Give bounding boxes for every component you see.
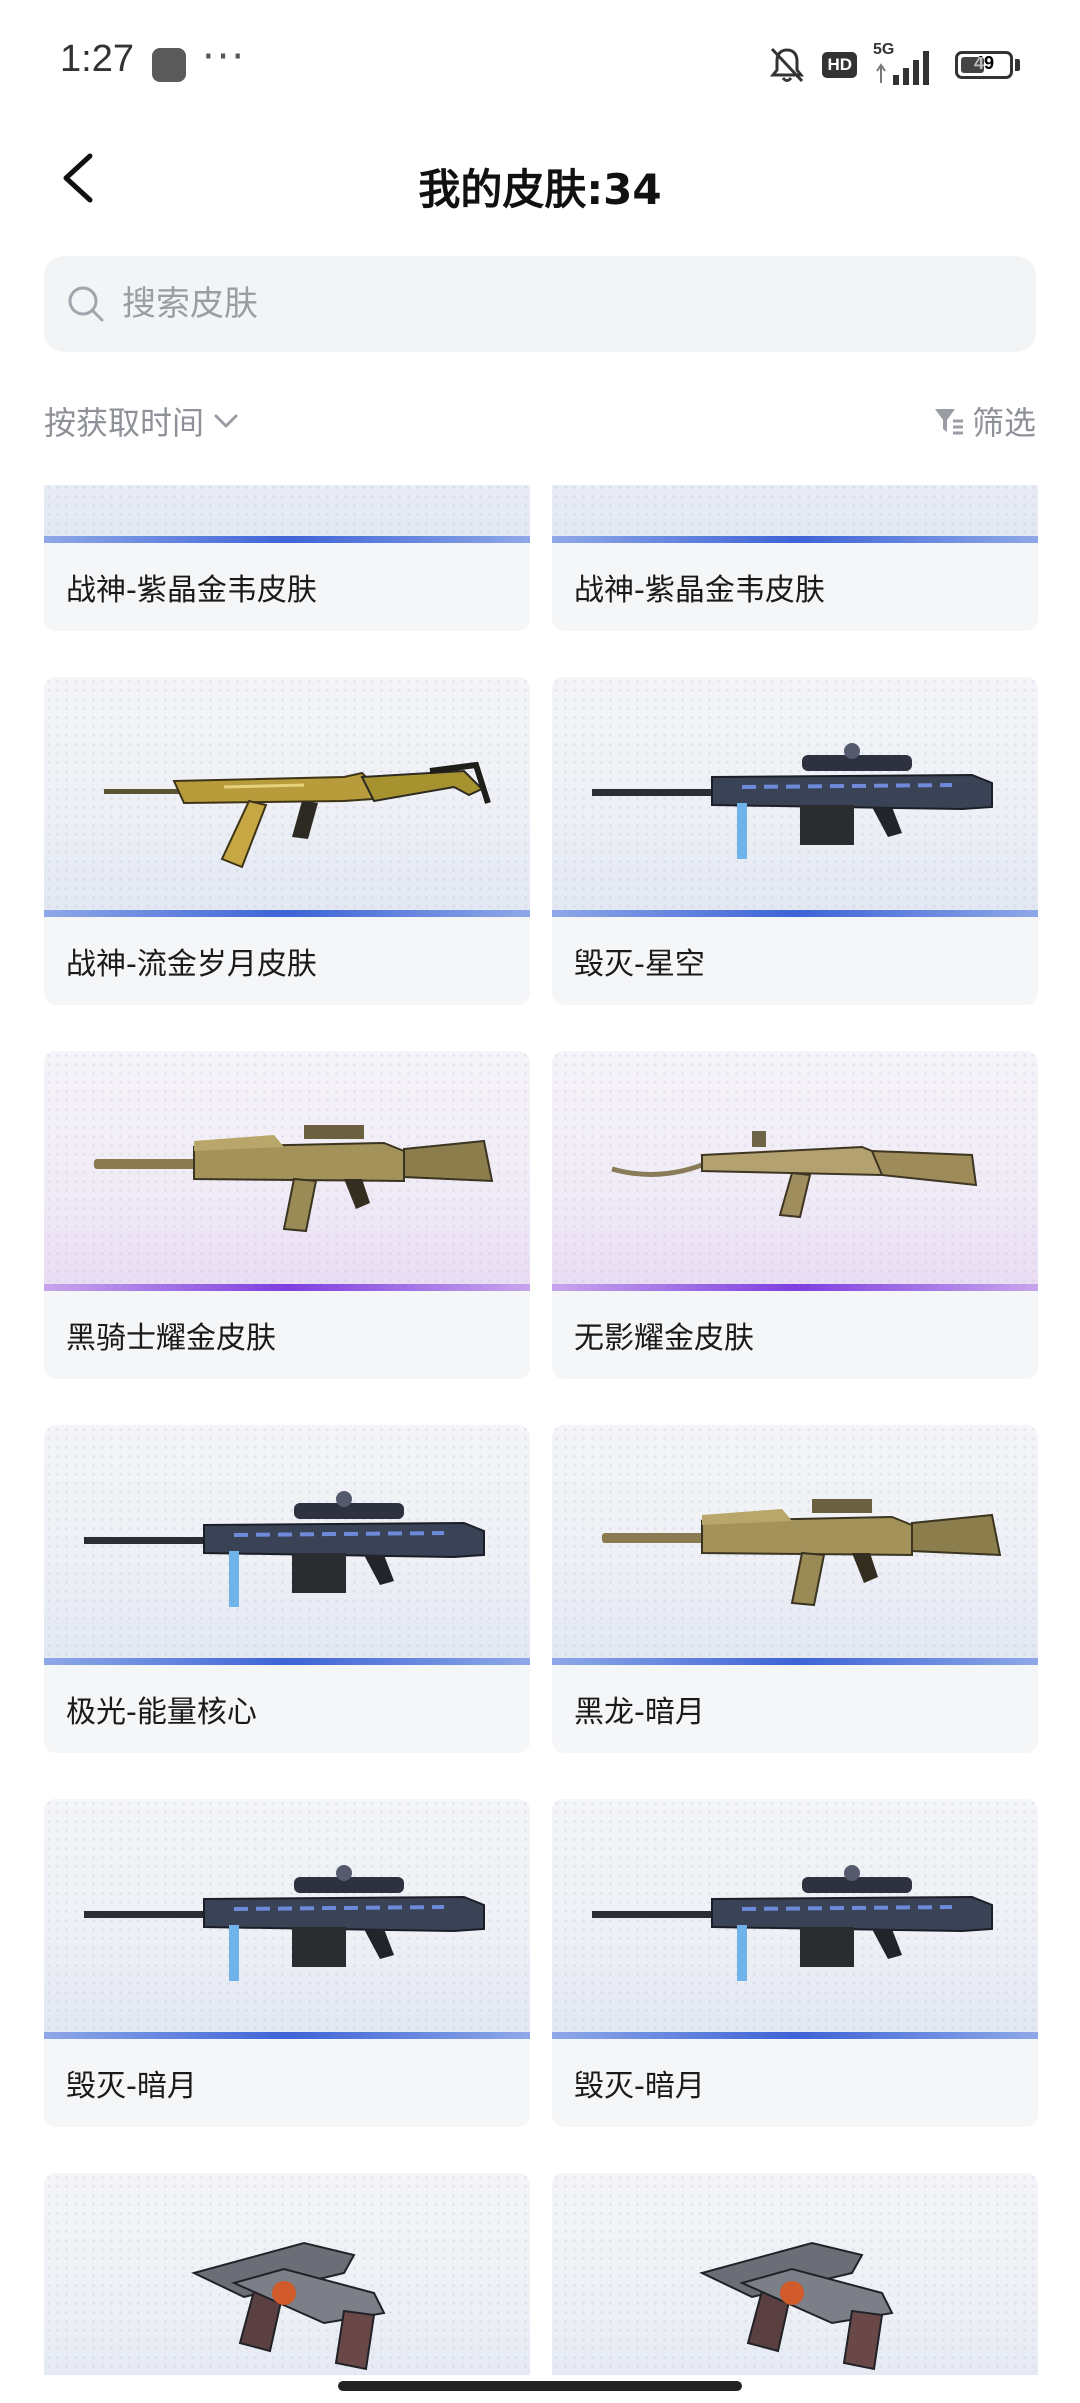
page-title: 我的皮肤:34 xyxy=(418,165,662,214)
more-notifications-icon: ··· xyxy=(202,34,247,80)
sort-dropdown[interactable]: 按获取时间 xyxy=(44,398,242,444)
search-box[interactable] xyxy=(44,256,1036,352)
rarity-line xyxy=(44,910,530,917)
skin-card[interactable]: 天神-暗月 xyxy=(552,2173,1038,2375)
skin-card[interactable]: 战神-紫晶金韦皮肤 xyxy=(552,485,1038,631)
status-time: 1:27 xyxy=(60,38,134,80)
hd-badge: HD xyxy=(822,52,857,78)
skin-image xyxy=(44,1051,530,1291)
skin-image xyxy=(44,1425,530,1665)
skin-image xyxy=(44,677,530,917)
skin-image xyxy=(44,2173,530,2375)
search-input[interactable] xyxy=(120,283,984,325)
skin-image xyxy=(552,2173,1038,2375)
skin-name: 黑骑士耀金皮肤 xyxy=(66,1321,276,1356)
filter-label: 筛选 xyxy=(971,404,1036,442)
weapon-sniper-icon xyxy=(84,1865,485,1981)
skin-image xyxy=(44,1799,530,2039)
status-indicators: HD 5G 49 xyxy=(768,40,1020,90)
rarity-line xyxy=(44,536,530,543)
weapon-rifle-icon xyxy=(44,485,530,543)
status-bar: 1:27 ··· HD 5G 49 xyxy=(0,0,1080,130)
weapon-ak-blade-icon xyxy=(611,1131,978,1219)
skin-name: 毁灭-星空 xyxy=(574,947,705,982)
weapon-sniper-icon xyxy=(592,743,993,859)
skin-image xyxy=(552,1425,1038,1665)
skin-image xyxy=(552,677,1038,917)
weapon-pistols-icon xyxy=(699,2241,894,2371)
skin-name: 无影耀金皮肤 xyxy=(574,1321,754,1356)
filter-icon xyxy=(934,409,963,435)
skin-name: 毁灭-暗月 xyxy=(574,2069,705,2104)
weapon-sniper-icon xyxy=(592,1865,993,1981)
skin-name: 黑龙-暗月 xyxy=(574,1695,705,1730)
skin-name: 战神-流金岁月皮肤 xyxy=(66,947,317,982)
app-notification-icon xyxy=(152,48,186,82)
skin-image xyxy=(552,1799,1038,2039)
weapon-rifle-icon xyxy=(552,485,1038,543)
skin-card[interactable]: 战神-紫晶金韦皮肤 xyxy=(44,485,530,631)
rarity-line xyxy=(44,1284,530,1291)
skin-card[interactable]: 毁灭-暗月 xyxy=(552,1799,1038,2127)
skin-grid: 战神-紫晶金韦皮肤 战神-紫晶金韦皮肤 战神-流金岁月皮肤 毁灭-星空 黑骑士耀… xyxy=(0,485,1080,2375)
chevron-down-icon xyxy=(214,414,238,428)
filter-button[interactable]: 筛选 xyxy=(932,398,1036,444)
weapon-ak-icon xyxy=(104,761,491,869)
skin-name: 毁灭-暗月 xyxy=(66,2069,197,2104)
rarity-line xyxy=(552,910,1038,917)
rarity-line xyxy=(44,2032,530,2039)
rarity-line xyxy=(552,536,1038,543)
rarity-line xyxy=(552,1658,1038,1665)
skin-name: 战神-紫晶金韦皮肤 xyxy=(66,573,317,608)
rarity-line xyxy=(552,1284,1038,1291)
skin-image xyxy=(552,485,1038,543)
rarity-line xyxy=(44,1658,530,1665)
skin-name: 极光-能量核心 xyxy=(66,1695,257,1730)
skin-card[interactable]: 战神-流金岁月皮肤 xyxy=(44,677,530,1005)
skin-card[interactable]: 黑龙-暗月 xyxy=(552,1425,1038,1753)
skin-card[interactable]: 天神-暗月 xyxy=(44,2173,530,2375)
home-indicator[interactable] xyxy=(338,2381,742,2391)
skin-image xyxy=(44,485,530,543)
skin-card[interactable]: 极光-能量核心 xyxy=(44,1425,530,1753)
weapon-sniper-icon xyxy=(84,1491,485,1607)
skin-card[interactable]: 无影耀金皮肤 xyxy=(552,1051,1038,1379)
bell-muted-icon xyxy=(770,47,805,83)
skin-name: 战神-紫晶金韦皮肤 xyxy=(574,573,825,608)
battery-level: 49 xyxy=(973,53,995,73)
weapon-m4-icon xyxy=(602,1499,1002,1607)
weapon-m4-icon xyxy=(94,1125,494,1233)
battery-icon: 49 xyxy=(955,51,1013,79)
search-icon xyxy=(68,286,104,322)
skin-card[interactable]: 毁灭-暗月 xyxy=(44,1799,530,2127)
weapon-pistols-icon xyxy=(191,2241,386,2371)
rarity-line xyxy=(552,2032,1038,2039)
skin-image xyxy=(552,1051,1038,1291)
skin-card[interactable]: 黑骑士耀金皮肤 xyxy=(44,1051,530,1379)
signal-icon: 5G xyxy=(873,41,939,87)
skin-card[interactable]: 毁灭-星空 xyxy=(552,677,1038,1005)
sort-label: 按获取时间 xyxy=(44,404,205,442)
